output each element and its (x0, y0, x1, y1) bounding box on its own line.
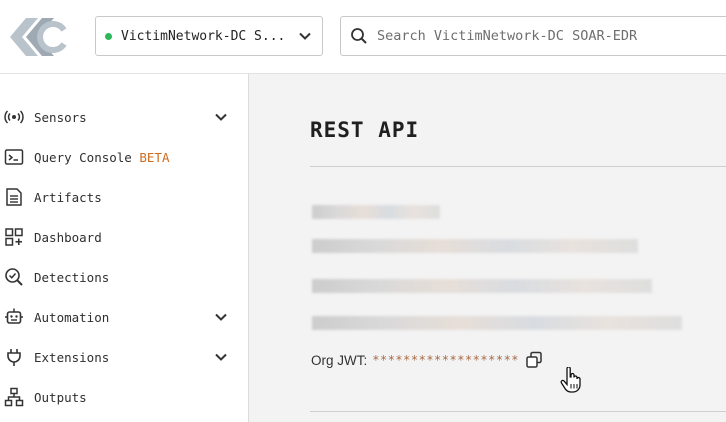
org-jwt-row: Org JWT: ******************* (311, 351, 543, 369)
sidebar-item-detections[interactable]: Detections (0, 259, 248, 295)
copy-icon[interactable] (525, 351, 543, 369)
top-bar: VictimNetwork-DC S... Search VictimNetwo… (0, 0, 726, 74)
sensor-broadcast-icon (4, 110, 24, 124)
sidebar-item-query-console[interactable]: Query Console BETA (0, 139, 248, 175)
plug-icon (7, 349, 21, 366)
title-divider (310, 166, 726, 167)
redacted-line (312, 279, 652, 293)
sidebar-item-extensions[interactable]: Extensions (0, 339, 248, 375)
sidebar-item-label: Dashboard (34, 229, 102, 245)
beta-badge: BETA (139, 149, 170, 165)
sidebar-item-label: Detections (34, 269, 110, 285)
section-divider (310, 411, 726, 412)
sidebar-item-artifacts[interactable]: Artifacts (0, 179, 248, 215)
network-tree-icon (4, 387, 24, 407)
search-icon (351, 28, 367, 44)
sidebar-item-label: Artifacts (34, 189, 102, 205)
hand-pointer-cursor-icon (560, 367, 581, 393)
sidebar: Sensors Query Console BETA Artifacts Das… (0, 74, 249, 422)
sidebar-item-label: Automation (34, 309, 110, 325)
robot-icon (5, 308, 23, 324)
sidebar-item-label: Query Console (34, 149, 132, 165)
sidebar-item-label-wrap: Query Console BETA (34, 150, 169, 165)
redacted-line (312, 316, 682, 330)
sidebar-item-label: Sensors (34, 109, 87, 125)
page-title: REST API (310, 118, 420, 142)
chevron-down-icon[interactable] (214, 110, 228, 124)
main-content: REST API Org JWT: ******************* (249, 74, 726, 422)
org-jwt-value: ******************* (372, 353, 520, 367)
sidebar-item-automation[interactable]: Automation (0, 299, 248, 335)
org-selector[interactable]: VictimNetwork-DC S... (95, 16, 323, 56)
magnifier-check-icon (5, 268, 23, 286)
search-bar[interactable]: Search VictimNetwork-DC SOAR-EDR (340, 16, 726, 56)
search-input[interactable]: Search VictimNetwork-DC SOAR-EDR (377, 28, 637, 44)
sidebar-item-label: Extensions (34, 349, 110, 365)
org-selector-label: VictimNetwork-DC S... (121, 28, 286, 44)
sidebar-item-label: Outputs (34, 389, 87, 405)
sidebar-item-sensors[interactable]: Sensors (0, 99, 248, 135)
org-status-dot (105, 32, 112, 40)
chevron-down-icon[interactable] (214, 350, 228, 364)
org-jwt-label: Org JWT: (311, 352, 368, 368)
chevron-down-icon[interactable] (214, 310, 228, 324)
sidebar-item-dashboard[interactable]: Dashboard (0, 219, 248, 255)
app-logo-icon[interactable] (8, 12, 74, 62)
document-icon (6, 188, 22, 206)
redacted-line (312, 239, 638, 253)
dashboard-grid-icon (5, 228, 23, 246)
sidebar-item-outputs[interactable]: Outputs (0, 379, 248, 415)
terminal-icon (4, 149, 24, 165)
chevron-down-icon (299, 32, 311, 40)
redacted-line (312, 205, 440, 219)
